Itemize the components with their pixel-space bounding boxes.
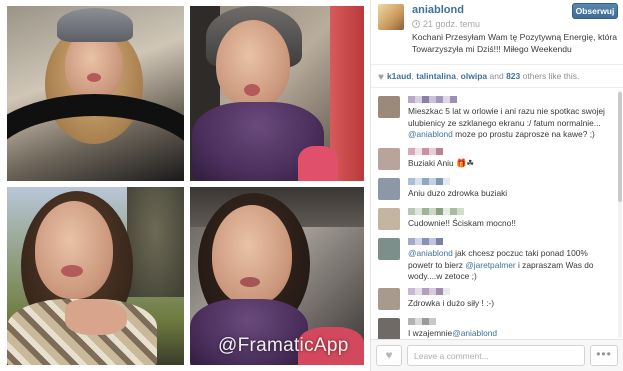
liker-link[interactable]: talintalina [416, 71, 456, 81]
comment-text-part: Mieszkac 5 lat w orlowie i ani razu nie … [408, 106, 605, 128]
comment-text-part: Buziaki Aniu [408, 158, 456, 168]
lips-shape [87, 73, 101, 82]
lips-shape [240, 277, 260, 287]
steering-wheel-shape [7, 94, 184, 181]
divider [371, 64, 623, 65]
collage-photo-bottom-left [7, 187, 184, 365]
tree-shape [127, 187, 184, 297]
mention-link[interactable]: @aniablond [408, 129, 453, 139]
comments-list[interactable]: Mieszkac 5 lat w orlowie i ani razu nie … [371, 88, 623, 340]
comment-text: Buziaki Aniu 🎁☘ [408, 158, 613, 170]
commenter-avatar[interactable] [378, 96, 400, 118]
instagram-post-viewer: @FramaticApp aniablond 21 godz. temu Obs… [0, 0, 623, 371]
comment-text-part: 🎁☘ [455, 158, 474, 168]
commenter-name-pixelated[interactable] [408, 238, 443, 246]
comment-text: I wzajemnie@aniablond [408, 328, 613, 340]
commenter-avatar[interactable] [378, 178, 400, 200]
post-details-panel: aniablond 21 godz. temu Obserwuj Kochani… [370, 0, 623, 371]
jacket-shape [298, 146, 338, 181]
commenter-name-pixelated[interactable] [408, 288, 450, 296]
hand-shape [65, 299, 127, 335]
commenter-name-pixelated[interactable] [408, 208, 464, 216]
more-options-button[interactable]: ••• [590, 345, 618, 366]
author-avatar[interactable] [378, 4, 404, 30]
heart-icon: ♥ [378, 72, 384, 83]
lips-shape [61, 265, 83, 277]
mention-link[interactable]: @jaretpalmer [465, 260, 515, 270]
commenter-name-pixelated[interactable] [408, 318, 436, 326]
commenter-avatar[interactable] [378, 238, 400, 260]
commenter-name-pixelated[interactable] [408, 148, 443, 156]
mention-link[interactable]: @aniablond [452, 328, 497, 338]
like-button[interactable]: ♥ [376, 345, 402, 366]
comment-text-part: I wzajemnie [408, 328, 453, 338]
comment-item: Buziaki Aniu 🎁☘ [378, 148, 616, 172]
likes-and-text: and [489, 71, 504, 81]
commenter-avatar[interactable] [378, 318, 400, 340]
commenter-name-pixelated[interactable] [408, 178, 450, 186]
face-shape [35, 201, 113, 299]
post-caption: Kochani Przesyłam Wam tę Pozytywną Energ… [412, 32, 618, 54]
comment-footer: ♥ ••• [371, 339, 623, 371]
scrollbar-thumb[interactable] [618, 92, 622, 202]
comment-item: Aniu duzo zdrowka buziaki [378, 178, 616, 202]
comment-text: Cudownie!! Ściskam mocno!! [408, 218, 516, 228]
commenter-avatar[interactable] [378, 148, 400, 170]
comment-item: Cudownie!! Ściskam mocno!! [378, 208, 616, 232]
heart-icon: ♥ [385, 348, 393, 362]
comment-item: I wzajemnie@aniablond [378, 318, 616, 340]
commenter-name-pixelated[interactable] [408, 96, 457, 104]
comments-scrollbar[interactable] [618, 90, 622, 338]
clock-icon [412, 20, 420, 28]
framaticapp-watermark: @FramaticApp [218, 335, 349, 356]
collage-photo-top-right [190, 6, 364, 181]
photo-collage[interactable]: @FramaticApp [0, 0, 370, 371]
lips-shape [244, 84, 260, 96]
commenter-avatar[interactable] [378, 288, 400, 310]
comment-item: @aniablond jak chcesz poczuc taki ponad … [378, 238, 616, 286]
face-shape [212, 205, 292, 305]
others-count-link[interactable]: 823 [506, 71, 520, 81]
likes-suffix-text: others like this. [522, 71, 580, 81]
liker-link[interactable]: k1aud [387, 71, 412, 81]
comment-text: Zdrowka i dużo siły ! :-) [408, 298, 495, 308]
likes-summary: ♥ k1aud, talintalina, olwipa and 823 othe… [378, 71, 580, 83]
comment-text: Aniu duzo zdrowka buziaki [408, 188, 508, 198]
follow-button[interactable]: Obserwuj [572, 3, 618, 19]
comment-item: Zdrowka i dużo siły ! :-) [378, 288, 616, 312]
collage-photo-top-left [7, 6, 184, 181]
comment-input[interactable] [407, 345, 585, 366]
comment-item: Mieszkac 5 lat w orlowie i ani razu nie … [378, 96, 616, 144]
liker-link[interactable]: olwipa [461, 71, 487, 81]
mention-link[interactable]: @aniablond [408, 248, 453, 258]
comment-text: @aniablond jak chcesz poczuc taki ponad … [408, 248, 613, 283]
author-username-link[interactable]: aniablond [412, 4, 464, 16]
comment-text: Mieszkac 5 lat w orlowie i ani razu nie … [408, 106, 613, 141]
post-timestamp: 21 godz. temu [412, 19, 480, 29]
post-time-text: 21 godz. temu [423, 19, 481, 29]
post-header: aniablond 21 godz. temu Obserwuj Kochani… [371, 0, 623, 64]
commenter-avatar[interactable] [378, 208, 400, 230]
comment-text-part: moze po prostu zaprosze na kawe? ;) [452, 129, 595, 139]
hat-shape [57, 8, 133, 42]
